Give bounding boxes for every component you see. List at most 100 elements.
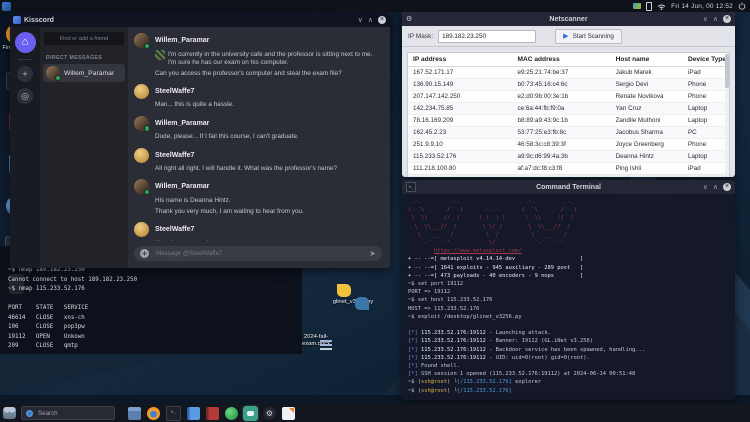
column-header[interactable]: IP address (408, 56, 513, 63)
scanner-cell: Jacobus Sharma (615, 129, 663, 136)
message-text: Can you access the professor's computer … (155, 69, 342, 77)
scanner-row[interactable]: 136.90.15.149 b0:73:45:16:c4:6c Sergio Dev… (408, 79, 729, 91)
scanner-row[interactable]: 162.45.2.23 53:77:25:e3:fb:8c Jacobus Shar… (408, 127, 729, 139)
ip-mask-input[interactable] (438, 29, 537, 43)
dm-item-willem[interactable]: Willem_Paramar (43, 64, 125, 82)
terminal-line: [*] 115.233.52.176:19112 - Banner: 19112… (408, 338, 594, 345)
add-server-button[interactable]: + (17, 66, 33, 82)
message-author: Willem_Paramar (155, 119, 210, 127)
scanner-row[interactable]: 207.147.142.250 e2:d0:9b:00:3e:1b Renate N… (408, 91, 729, 103)
desktop-file-python[interactable]: glinet_v3256.py (322, 284, 384, 310)
clock[interactable]: Fri 14 Jun, 00 12:52 (671, 3, 733, 10)
taskbar-app-firefox[interactable] (147, 406, 160, 420)
terminal-titlebar[interactable]: Command Terminal ∨ ∧ × (402, 180, 735, 194)
terminal-output[interactable]: .-. .-. .-. .-. ( `\ /` ) .-..-. ( `\ /` … (402, 194, 735, 399)
netscanner-titlebar[interactable]: ⚙ Netscanner ∨ ∧ × (402, 12, 735, 26)
desktop: Fri 14 Jun, 00 12:52 Firefox BroTerHanNo… (0, 0, 750, 422)
message-text: Thank you very much, I am waiting to hea… (155, 207, 304, 215)
maximize-icon[interactable]: ∧ (713, 16, 718, 23)
phone-icon[interactable] (646, 1, 653, 11)
message-line: All right all right. I will handle it. W… (155, 165, 382, 173)
scanner-row[interactable]: 251.9.9.10 46:58:3c:c8:39:3f Joyce Greenbe… (408, 139, 729, 151)
avatar (134, 33, 150, 49)
terminal-line: ~$ (ssh@root) └[/115.233.52.176] explore… (408, 379, 542, 386)
search-input[interactable] (36, 408, 110, 418)
minimize-icon[interactable]: ∨ (703, 16, 708, 23)
scanner-cell: Joyce Greenberg (615, 141, 664, 148)
taskbar-app-notes[interactable] (187, 406, 200, 420)
scanner-cell: Phone (687, 93, 707, 100)
terminal-line: + -- --=[ 1641 exploits - 945 auxiliary … (408, 264, 584, 271)
scanner-cell: Laptop (687, 117, 708, 124)
display-icon[interactable] (633, 3, 642, 9)
play-icon: ▶ (563, 32, 569, 40)
scanner-cell: e2:d0:9b:00:3e:1b (517, 93, 569, 100)
scanner-table: IP address MAC address Host name Device … (407, 52, 730, 177)
attach-plus-icon[interactable]: + (140, 249, 149, 258)
scanner-row[interactable]: 88.203.68.5623:83:3d:d2:a4:baDiego Casti… (408, 175, 729, 177)
taskbar-app-kisscord[interactable] (243, 405, 258, 421)
taskbar-app-editor[interactable] (282, 406, 295, 420)
message-text: Dude, please... If I fail this course, I… (155, 133, 299, 141)
power-icon[interactable] (738, 2, 746, 10)
scanner-cell: Phone (687, 141, 707, 148)
scrollbar[interactable] (725, 53, 729, 177)
message-input[interactable] (154, 249, 365, 258)
terminal-line: [*] 115.233.52.176:19112 - Backdoor serv… (408, 346, 645, 353)
find-friend-input[interactable] (44, 32, 124, 45)
message-line: Dude, please... If I fail this course, I… (155, 133, 382, 141)
scanner-cell: Phone (687, 81, 707, 88)
maximize-icon[interactable]: ∧ (368, 17, 373, 24)
close-icon[interactable]: × (723, 15, 731, 23)
scanner-cell: Deanna Hintz (615, 153, 654, 160)
message-group: Willem_Paramar I'm currently in the unive… (134, 33, 382, 78)
scanner-cell: 162.45.2.23 (413, 129, 447, 136)
send-icon[interactable]: ➤ (369, 249, 376, 258)
message-author: Willem_Paramar (155, 37, 210, 44)
avatar (134, 115, 150, 132)
start-menu-icon[interactable] (3, 407, 16, 419)
explore-button[interactable]: ◎ (17, 88, 33, 104)
scanner-cell: 115.233.52.176 (413, 153, 457, 160)
taskbar-search[interactable] (21, 406, 115, 420)
scanner-row[interactable]: 111.218.100.80 af:a7:dc:f8:c3:f8 Ping Ishi… (408, 163, 729, 175)
kisscord-titlebar[interactable]: Kisscord ∨ ∧ × (10, 13, 390, 27)
wifi-icon[interactable] (657, 3, 666, 10)
chat-panel: Willem_Paramar I'm currently in the unive… (128, 27, 390, 268)
scanner-row[interactable]: 167.52.171.17 e9:25:21:74:be:37 Jakub Mare… (408, 67, 729, 79)
scanner-cell: 142.234.75.85 (413, 105, 454, 112)
search-icon (26, 409, 33, 417)
column-header[interactable]: Device Type (683, 56, 729, 63)
start-scanning-button[interactable]: ▶ Start Scanning (555, 28, 622, 44)
terminal-line: ~$ set host 115.233.52.176 (408, 297, 493, 304)
home-button[interactable]: ⌂ (14, 32, 36, 53)
column-header[interactable]: MAC address (513, 56, 611, 63)
scanner-cell: b0:73:45:16:c4:6c (517, 81, 568, 88)
scanner-table-body: 167.52.171.17 e9:25:21:74:be:37 Jakub Mare… (408, 67, 729, 177)
taskbar-app-messenger[interactable] (225, 406, 238, 420)
taskbar-app-handbook[interactable] (206, 406, 219, 420)
minimize-icon[interactable]: ∨ (703, 184, 708, 191)
taskbar-app-terminal[interactable] (166, 405, 181, 421)
taskbar-app-folder[interactable] (128, 406, 141, 420)
start-scanning-label: Start Scanning (572, 32, 614, 40)
scanner-row[interactable]: 142.234.75.85 ce:6a:44:fb:f9:0a Yan Cruz La… (408, 103, 729, 115)
avatar (134, 83, 149, 99)
maximize-icon[interactable]: ∧ (713, 184, 718, 191)
scanner-row[interactable]: 78.16.169.209 b8:89:a9:43:9c:1b Zandile Mu… (408, 115, 729, 127)
column-header[interactable]: Host name (611, 56, 683, 63)
message-line: His name is Deanna Hintz. (155, 197, 382, 205)
close-icon[interactable]: × (378, 16, 386, 24)
terminal-line: HOST => 115.233.52.176 (408, 305, 480, 312)
scanner-cell: a9:9c:d6:99:4a:3b (517, 153, 568, 160)
terminal-line: + -- --=[ 473 payloads - 40 encoders - 9… (408, 272, 584, 279)
message-line: Can you access the professor's computer … (155, 70, 382, 78)
terminal-line: ~$ set port 19112 (408, 281, 464, 288)
close-icon[interactable]: × (723, 183, 731, 191)
window-title: Netscanner (549, 15, 588, 23)
scanner-row[interactable]: 115.233.52.176 a9:9c:d6:99:4a:3b Deanna Hi… (408, 151, 729, 163)
taskbar-app-settings[interactable] (263, 406, 276, 420)
ip-mask-label: IP Mask: (408, 32, 434, 40)
minimize-icon[interactable]: ∨ (358, 17, 363, 24)
distro-logo-icon[interactable] (2, 1, 11, 11)
